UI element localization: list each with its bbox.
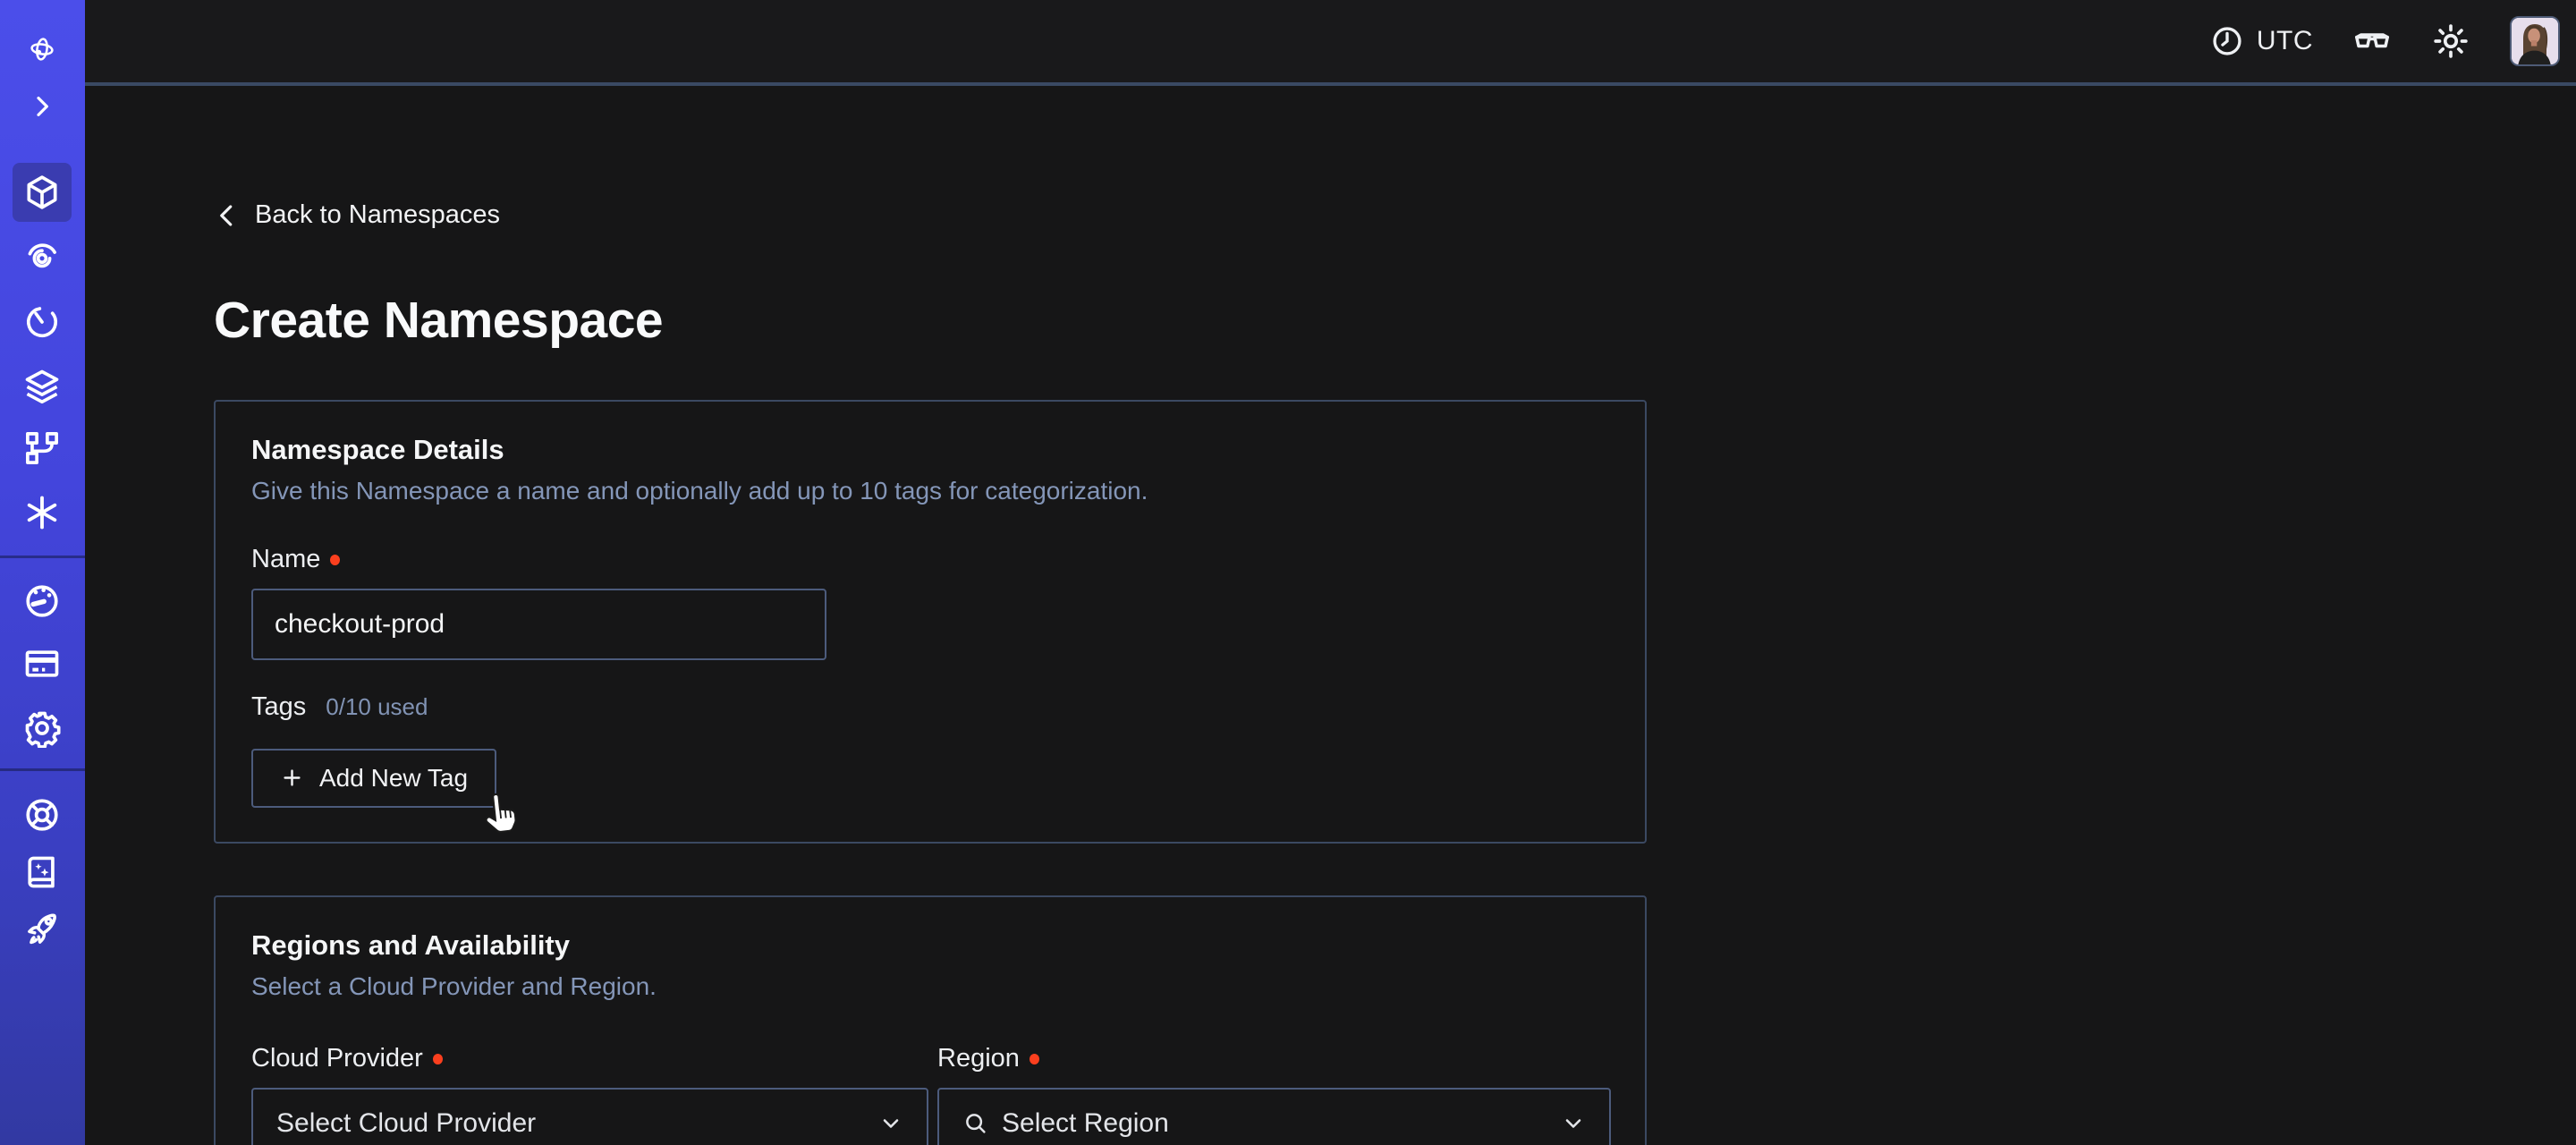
cube-icon [22,173,62,212]
back-link-label: Back to Namespaces [255,200,500,230]
tags-label: Tags [251,692,306,722]
rocket-icon [22,910,62,949]
sidebar-expand-toggle[interactable] [13,77,72,136]
cloud-provider-label: Cloud Provider [251,1044,928,1073]
timezone-selector[interactable]: UTC [2210,24,2313,58]
regions-card-title: Regions and Availability [251,929,1611,962]
region-field: Region Select Region [937,1044,1611,1145]
namespace-details-card: Namespace Details Give this Namespace a … [214,400,1647,844]
sidebar-item-billing[interactable] [13,634,72,693]
add-new-tag-button[interactable]: Add New Tag [251,749,496,808]
temporal-logo [28,35,56,64]
timezone-label: UTC [2257,26,2313,56]
sidebar-divider [0,556,85,558]
main-content: Back to Namespaces Create Namespace Name… [85,89,2576,1145]
namespace-name-input[interactable] [251,589,826,660]
sidebar-item-worker-deployments[interactable] [13,419,72,478]
tags-used-counter: 0/10 used [326,693,428,721]
page-title: Create Namespace [214,291,2576,350]
region-label: Region [937,1044,1611,1073]
required-dot [433,1054,443,1064]
required-dot [1030,1054,1039,1064]
add-new-tag-label: Add New Tag [319,764,468,793]
life-buoy-icon [22,795,62,835]
chevron-down-icon [878,1111,903,1136]
cloud-provider-field: Cloud Provider Select Cloud Provider [251,1044,928,1145]
search-icon [962,1110,989,1137]
sidebar-item-nexus[interactable] [13,483,72,542]
book-sparkles-icon [22,852,62,892]
sidebar-item-deployments[interactable] [13,357,72,416]
sidebar-item-docs[interactable] [13,843,72,902]
chevron-down-icon [1561,1111,1586,1136]
sidebar-item-workflows[interactable] [13,227,72,286]
branch-icon [22,428,62,468]
asterisk-icon [22,493,62,532]
region-placeholder: Select Region [1002,1108,1548,1139]
details-card-title: Namespace Details [251,434,1611,466]
glasses-icon[interactable] [2352,21,2392,61]
regions-availability-card: Regions and Availability Select a Cloud … [214,895,1647,1145]
sidebar-item-schedules[interactable] [13,293,72,352]
gauge-icon [22,581,62,621]
swirl-icon [22,237,62,276]
clock-icon [2210,24,2244,58]
cloud-provider-placeholder: Select Cloud Provider [276,1108,866,1139]
cloud-provider-select[interactable]: Select Cloud Provider [251,1088,928,1145]
plus-icon [280,766,304,790]
tags-row: Tags 0/10 used [251,692,1611,722]
topbar: UTC [85,0,2576,86]
sidebar-item-namespaces[interactable] [13,163,72,222]
chevron-right-icon [28,92,56,121]
sidebar-item-settings[interactable] [13,699,72,758]
sidebar-divider [0,768,85,771]
sidebar-item-usage[interactable] [13,572,72,631]
details-card-subtitle: Give this Namespace a name and optionall… [251,477,1611,505]
sidebar-nav [0,0,85,1145]
sidebar-item-support[interactable] [13,785,72,844]
region-select[interactable]: Select Region [937,1088,1611,1145]
layers-icon [22,367,62,406]
chevron-left-icon [214,202,241,229]
sun-icon[interactable] [2431,21,2470,61]
sidebar-item-getting-started[interactable] [13,900,72,959]
avatar-portrait [2512,18,2558,64]
required-dot [330,555,340,565]
name-label: Name [251,545,1611,574]
provider-region-grid: Cloud Provider Select Cloud Provider Reg… [251,1044,1611,1145]
sidebar-item-home[interactable] [13,20,72,79]
credit-card-icon [22,644,62,683]
gear-icon [22,708,62,748]
back-to-namespaces-link[interactable]: Back to Namespaces [214,200,500,230]
timer-icon [22,302,62,342]
regions-card-subtitle: Select a Cloud Provider and Region. [251,972,1611,1001]
avatar[interactable] [2510,16,2560,66]
